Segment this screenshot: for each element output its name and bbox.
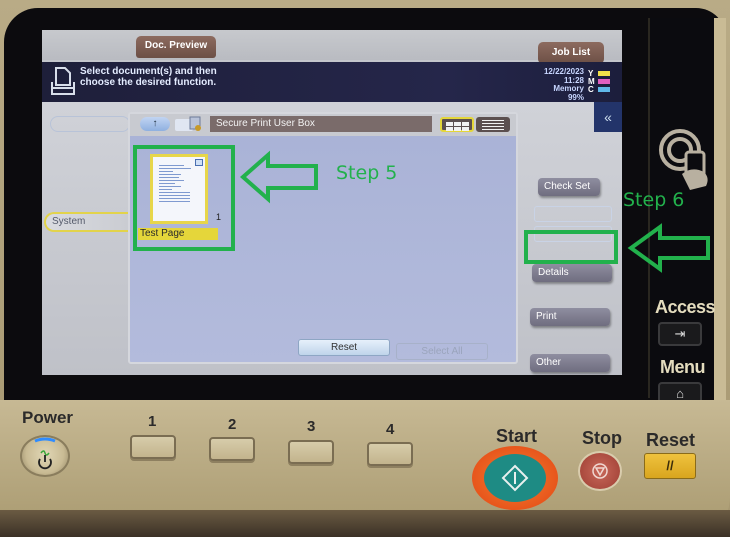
secure-box-icon: [175, 116, 201, 131]
number-key-1[interactable]: [130, 435, 176, 459]
reset-label: Reset: [646, 430, 696, 450]
details-button[interactable]: Details: [532, 264, 612, 282]
box-title: Secure Print User Box: [210, 116, 432, 132]
instruction-message: Select document(s) and then choose the d…: [80, 66, 300, 88]
reset-slash-icon: //: [666, 458, 674, 473]
status-info: 12/22/2023 11:28 Memory 99%: [512, 67, 584, 102]
up-folder-button[interactable]: ↑: [140, 117, 170, 131]
toner-bar: [598, 86, 610, 92]
sidebar-empty-slot: [50, 116, 130, 132]
select-all-button[interactable]: Select All: [396, 343, 488, 360]
step6-highlight-box: [524, 230, 618, 264]
toner-levels: Y M C: [588, 69, 618, 94]
function-menu: Check Set Details Print Other Delete: [522, 174, 622, 375]
power-icon: [34, 437, 56, 470]
double-chevron-left-icon: «: [604, 109, 612, 125]
number-key-2[interactable]: [209, 437, 255, 461]
top-tab-bar: Doc. Preview Job List: [42, 30, 622, 64]
panel-shadow: [0, 510, 730, 537]
power-label: Power: [22, 408, 74, 427]
key-3-label: 3: [307, 418, 316, 435]
access-button[interactable]: ⇥: [658, 322, 702, 346]
bezel-edge: [714, 18, 726, 408]
screen-reset-button[interactable]: Reset: [298, 339, 390, 356]
start-label: Start: [496, 426, 538, 446]
message-bar: Select document(s) and then choose the d…: [42, 62, 622, 102]
sidebar-item-system[interactable]: System: [44, 212, 134, 232]
stop-label: Stop: [582, 428, 622, 448]
home-icon: ⌂: [676, 386, 684, 401]
nfc-touch-icon: [659, 129, 708, 190]
stop-icon: [592, 463, 608, 479]
step5-highlight-box: [133, 145, 235, 251]
message-line-2: choose the desired function.: [80, 77, 217, 88]
power-button[interactable]: [20, 435, 70, 477]
toner-label: C: [588, 84, 594, 94]
doc-preview-tab[interactable]: Doc. Preview: [136, 36, 216, 58]
thumbnail-view-button[interactable]: [440, 117, 474, 132]
up-arrow-icon: ↑: [152, 118, 158, 129]
menu-label: Menu: [660, 357, 706, 377]
key-2-label: 2: [228, 416, 237, 433]
toner-cyan: C: [588, 84, 618, 94]
other-button[interactable]: Other: [530, 354, 610, 372]
step5-arrow-icon: [239, 150, 318, 204]
list-view-button[interactable]: [476, 117, 510, 132]
step6-arrow-icon: [627, 223, 710, 273]
access-login-icon: ⇥: [674, 326, 686, 341]
start-button[interactable]: [472, 446, 558, 510]
start-button-face: [484, 454, 546, 502]
stop-button[interactable]: [578, 451, 622, 491]
number-key-3[interactable]: [288, 440, 334, 464]
key-1-label: 1: [148, 413, 157, 430]
message-line-1: Select document(s) and then: [80, 66, 217, 77]
access-label: Access: [655, 297, 716, 317]
document-tray-icon: [51, 67, 75, 95]
box-header: ↑ Secure Print User Box: [130, 114, 516, 136]
collapse-menu-button[interactable]: «: [594, 102, 622, 132]
toner-bar: [598, 78, 610, 84]
touch-screen: Doc. Preview Job List Select document(s)…: [42, 30, 622, 375]
check-settings-button[interactable]: Check Set: [538, 178, 600, 196]
memory-value: 99%: [567, 92, 584, 102]
step5-label: Step 5: [336, 162, 398, 184]
number-key-4[interactable]: [367, 442, 413, 466]
job-list-tab[interactable]: Job List: [538, 42, 604, 64]
start-diamond-icon: [501, 464, 529, 492]
print-button[interactable]: Print: [530, 308, 610, 326]
key-4-label: 4: [386, 421, 395, 438]
toner-bar: [598, 70, 610, 76]
reset-button[interactable]: //: [644, 453, 696, 479]
menu-empty-slot: [534, 206, 612, 222]
